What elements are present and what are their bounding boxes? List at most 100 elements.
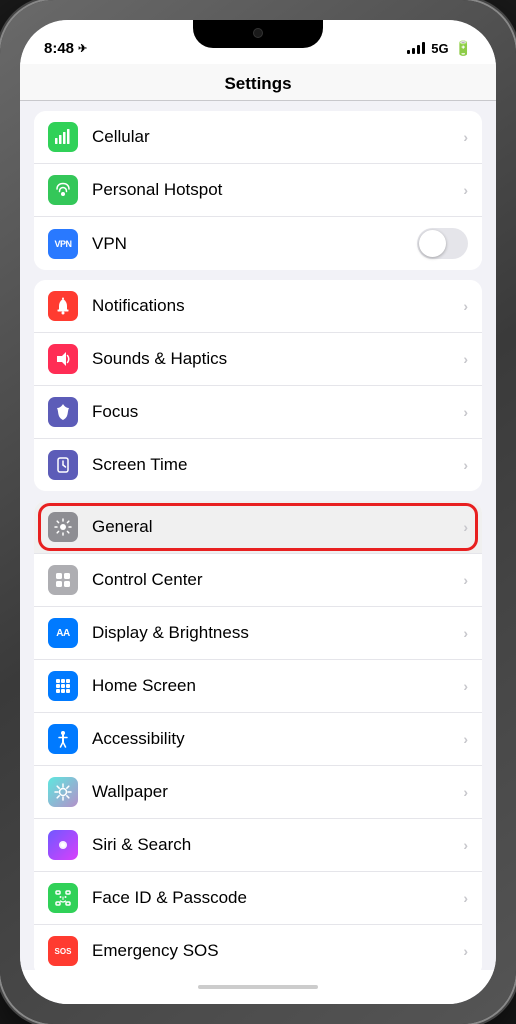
screen-time-icon [48, 450, 78, 480]
siri-search-chevron: › [463, 837, 468, 853]
face-id-chevron: › [463, 890, 468, 906]
vpn-icon: VPN [48, 229, 78, 259]
settings-item-notifications[interactable]: Notifications › [34, 280, 482, 333]
settings-item-cellular[interactable]: Cellular › [34, 111, 482, 164]
settings-item-emergency-sos[interactable]: SOS Emergency SOS › [34, 925, 482, 970]
home-screen-chevron: › [463, 678, 468, 694]
control-center-right: › [463, 572, 468, 588]
accessibility-label: Accessibility [92, 729, 463, 749]
settings-item-display-brightness[interactable]: AA Display & Brightness › [34, 607, 482, 660]
notifications-chevron: › [463, 298, 468, 314]
vpn-label: VPN [92, 234, 417, 254]
cellular-chevron: › [463, 129, 468, 145]
phone-screen: 8:48 ✈ 5G 🔋 Settings [20, 20, 496, 1004]
sounds-right: › [463, 351, 468, 367]
display-brightness-icon: AA [48, 618, 78, 648]
focus-icon [48, 397, 78, 427]
display-brightness-chevron: › [463, 625, 468, 641]
focus-chevron: › [463, 404, 468, 420]
emergency-sos-chevron: › [463, 943, 468, 959]
settings-item-personal-hotspot[interactable]: Personal Hotspot › [34, 164, 482, 217]
wallpaper-icon [48, 777, 78, 807]
general-right: › [463, 519, 468, 535]
navigation-bar: Settings [20, 64, 496, 101]
emergency-sos-icon: SOS [48, 936, 78, 966]
status-bar: 8:48 ✈ 5G 🔋 [20, 20, 496, 64]
face-id-label: Face ID & Passcode [92, 888, 463, 908]
focus-label: Focus [92, 402, 463, 422]
screen-time-right: › [463, 457, 468, 473]
face-id-icon [48, 883, 78, 913]
siri-search-label: Siri & Search [92, 835, 463, 855]
accessibility-icon [48, 724, 78, 754]
location-icon: ✈ [78, 42, 87, 55]
page-title: Settings [224, 74, 291, 93]
settings-item-sounds-haptics[interactable]: Sounds & Haptics › [34, 333, 482, 386]
home-screen-right: › [463, 678, 468, 694]
vpn-toggle[interactable] [417, 228, 468, 259]
sounds-label: Sounds & Haptics [92, 349, 463, 369]
wallpaper-label: Wallpaper [92, 782, 463, 802]
cellular-right: › [463, 129, 468, 145]
screen-time-label: Screen Time [92, 455, 463, 475]
signal-bar-4 [422, 42, 425, 54]
hotspot-icon [48, 175, 78, 205]
control-center-label: Control Center [92, 570, 463, 590]
status-bar-right: 5G 🔋 [407, 40, 472, 57]
signal-bar-2 [412, 48, 415, 54]
vpn-toggle-thumb [419, 230, 446, 257]
settings-item-screen-time[interactable]: Screen Time › [34, 439, 482, 491]
face-id-right: › [463, 890, 468, 906]
accessibility-chevron: › [463, 731, 468, 747]
siri-search-right: › [463, 837, 468, 853]
network-type: 5G [431, 41, 448, 56]
siri-icon [48, 830, 78, 860]
settings-item-face-id[interactable]: Face ID & Passcode › [34, 872, 482, 925]
settings-item-focus[interactable]: Focus › [34, 386, 482, 439]
settings-item-vpn[interactable]: VPN VPN [34, 217, 482, 270]
home-screen-label: Home Screen [92, 676, 463, 696]
notifications-right: › [463, 298, 468, 314]
battery-icon: 🔋 [455, 40, 472, 57]
cellular-label: Cellular [92, 127, 463, 147]
settings-item-accessibility[interactable]: Accessibility › [34, 713, 482, 766]
hotspot-label: Personal Hotspot [92, 180, 463, 200]
wallpaper-chevron: › [463, 784, 468, 800]
hotspot-right: › [463, 182, 468, 198]
settings-item-siri-search[interactable]: Siri & Search › [34, 819, 482, 872]
general-chevron: › [463, 519, 468, 535]
home-screen-icon [48, 671, 78, 701]
display-brightness-right: › [463, 625, 468, 641]
cellular-icon [48, 122, 78, 152]
camera-dot [253, 28, 263, 38]
signal-bar-1 [407, 50, 410, 54]
notch [193, 20, 323, 48]
time-display: 8:48 [44, 40, 74, 57]
vpn-right [417, 228, 468, 259]
settings-item-wallpaper[interactable]: Wallpaper › [34, 766, 482, 819]
signal-bars [407, 42, 425, 54]
hotspot-chevron: › [463, 182, 468, 198]
settings-item-home-screen[interactable]: Home Screen › [34, 660, 482, 713]
focus-right: › [463, 404, 468, 420]
general-label: General [92, 517, 463, 537]
phone-frame: 8:48 ✈ 5G 🔋 Settings [0, 0, 516, 1024]
settings-group-display: General › Control Center [34, 501, 482, 970]
screen-time-chevron: › [463, 457, 468, 473]
settings-item-control-center[interactable]: Control Center › [34, 554, 482, 607]
general-icon [48, 512, 78, 542]
bottom-bar [20, 970, 496, 1004]
settings-content[interactable]: Cellular › Personal Hotspot [20, 101, 496, 970]
emergency-sos-right: › [463, 943, 468, 959]
notifications-label: Notifications [92, 296, 463, 316]
control-center-icon [48, 565, 78, 595]
emergency-sos-label: Emergency SOS [92, 941, 463, 961]
settings-item-general[interactable]: General › [34, 501, 482, 554]
sounds-icon [48, 344, 78, 374]
settings-group-system: Notifications › Sounds & Haptics › [34, 280, 482, 491]
accessibility-right: › [463, 731, 468, 747]
signal-bar-3 [417, 45, 420, 54]
display-brightness-label: Display & Brightness [92, 623, 463, 643]
settings-group-connectivity: Cellular › Personal Hotspot [34, 111, 482, 270]
wallpaper-right: › [463, 784, 468, 800]
